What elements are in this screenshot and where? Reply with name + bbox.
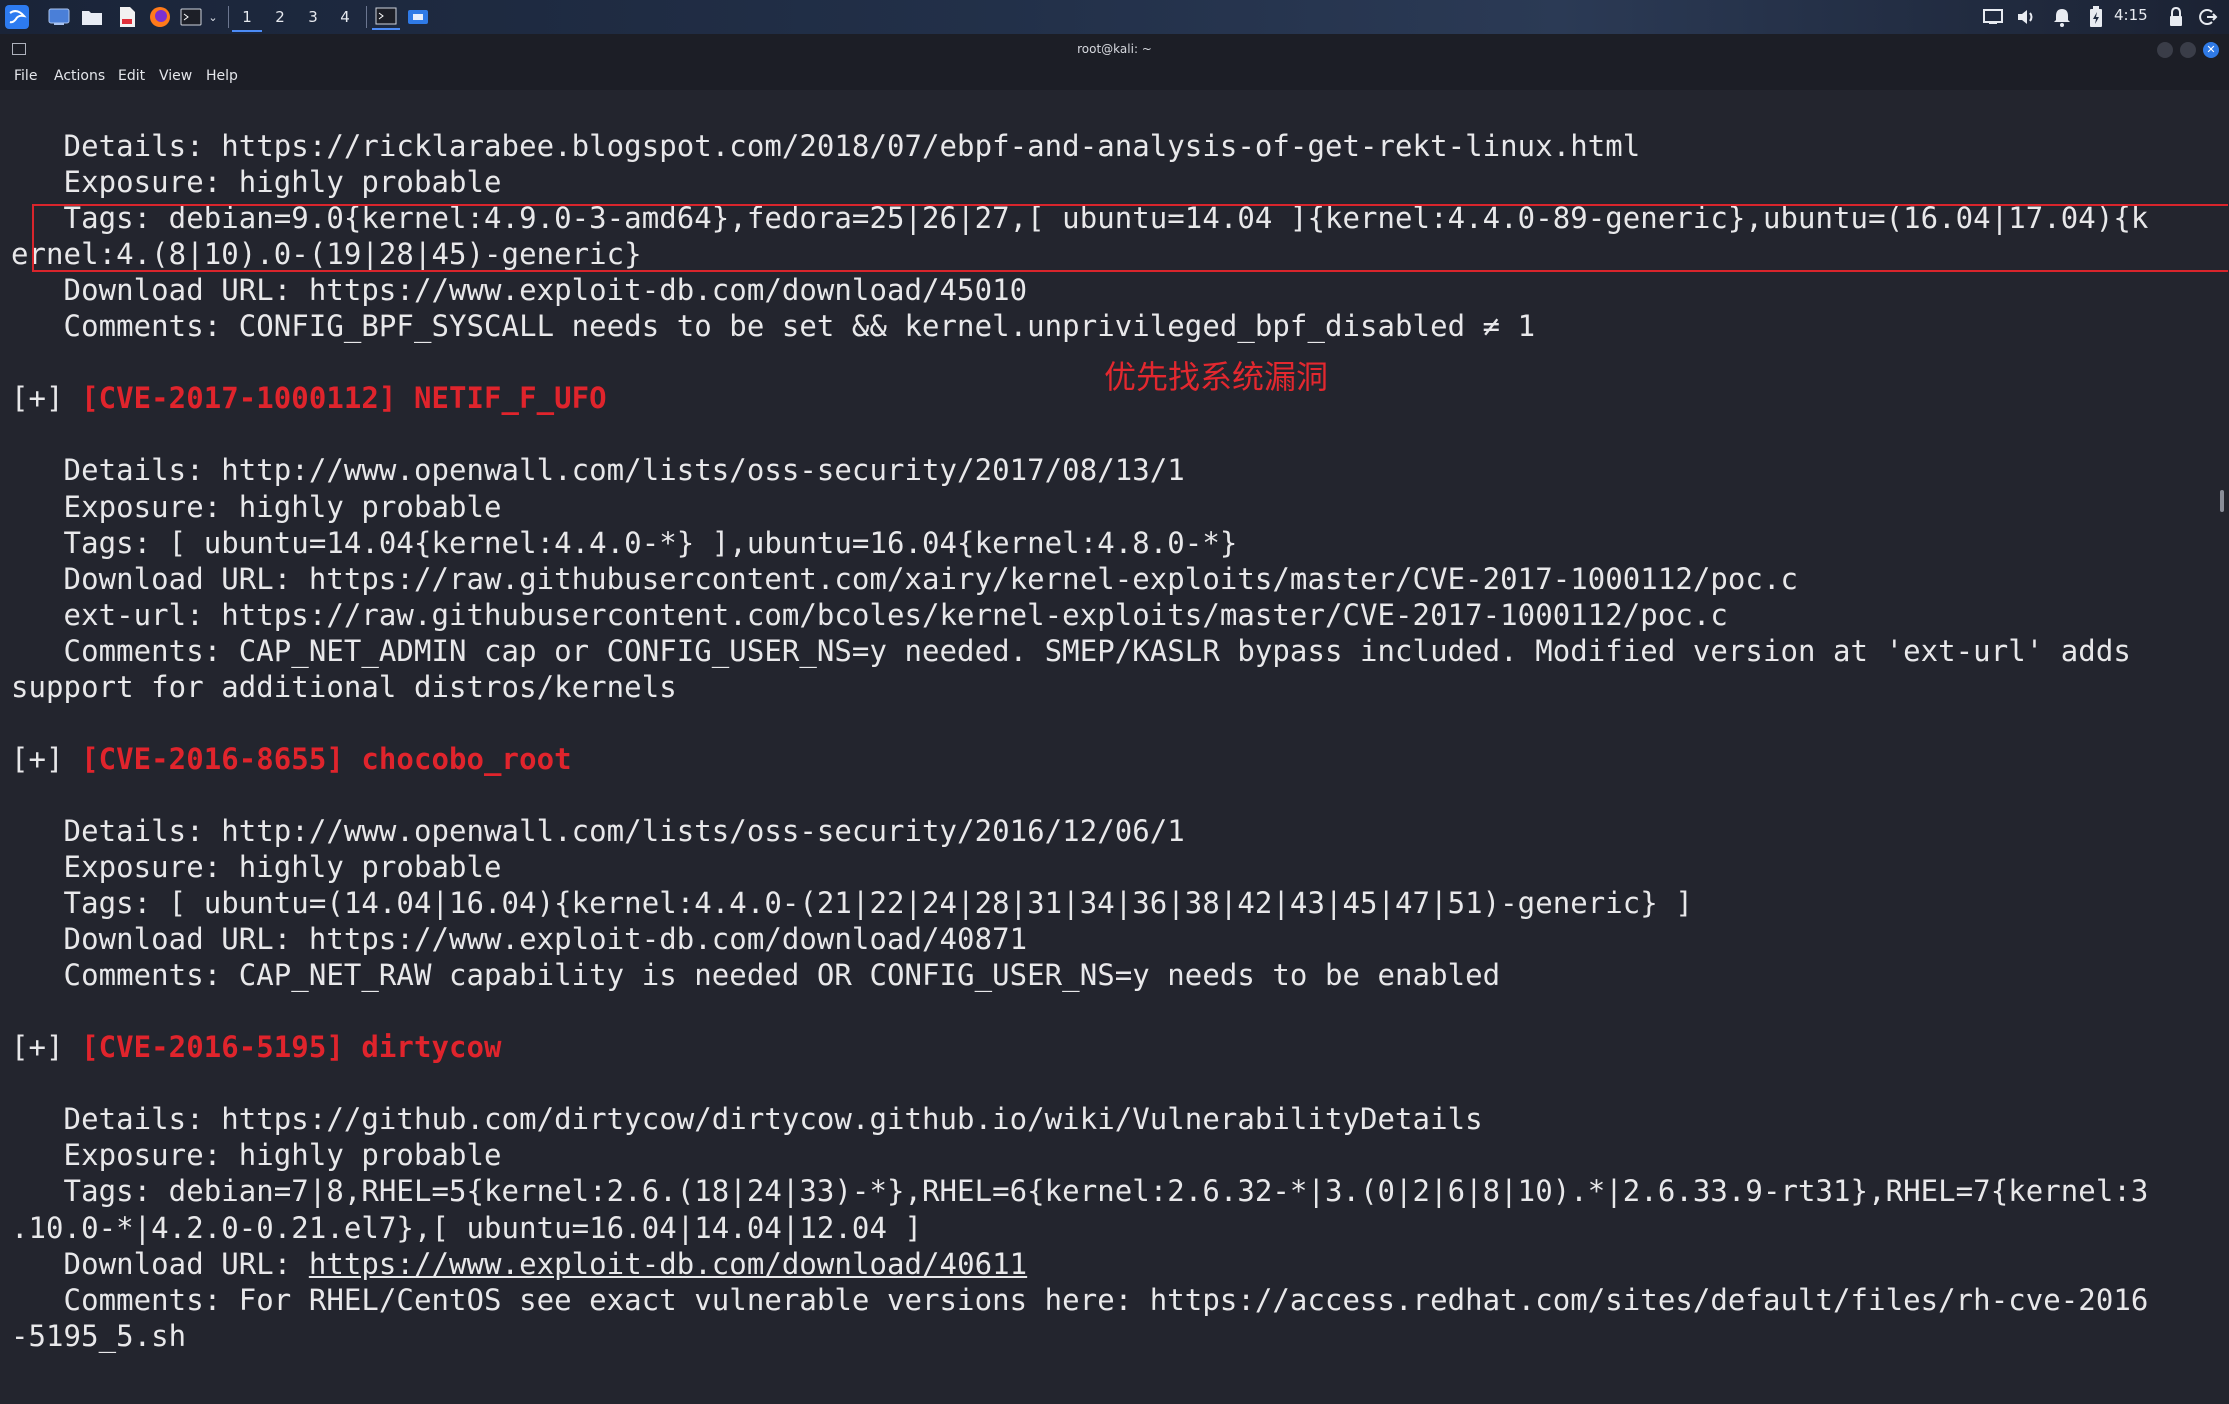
terminal-line: Download URL: https://www.exploit-db.com… bbox=[11, 1246, 1028, 1282]
terminal-line: Comments: CAP_NET_RAW capability is need… bbox=[11, 958, 1501, 993]
terminal-line: Details: http://www.openwall.com/lists/o… bbox=[11, 813, 1185, 848]
workspace-2[interactable]: 2 bbox=[265, 4, 295, 30]
top-panel: ⌄ 1 2 3 4 4:15 bbox=[0, 0, 2229, 35]
kali-menu-icon[interactable] bbox=[3, 4, 31, 30]
cve-header-line: [+] [CVE-2017-1000112] NETIF_F_UFO bbox=[11, 380, 607, 416]
terminal-line: Exposure: highly probable bbox=[11, 850, 502, 884]
terminal-line: Exposure: highly probable bbox=[11, 1138, 502, 1173]
volume-icon[interactable] bbox=[2013, 5, 2039, 29]
terminal-line: Comments: For RHEL/CentOS see exact vuln… bbox=[11, 1282, 2149, 1317]
menu-file[interactable]: File bbox=[14, 68, 37, 84]
menu-view[interactable]: View bbox=[159, 68, 192, 84]
terminal-output[interactable]: Details: https://ricklarabee.blogspot.co… bbox=[0, 90, 2216, 1404]
terminal-line: Download URL: https://www.exploit-db.com… bbox=[11, 273, 1028, 308]
menu-bar: File Actions Edit View Help bbox=[0, 66, 2229, 90]
terminal-line: support for additional distros/kernels bbox=[11, 669, 677, 704]
panel-separator bbox=[228, 6, 229, 28]
minimize-button[interactable] bbox=[2157, 42, 2173, 58]
cve-header-line: [+] [CVE-2016-5195] dirtycow bbox=[11, 1029, 502, 1065]
menu-help[interactable]: Help bbox=[206, 68, 238, 84]
line-prefix: [+] bbox=[11, 1030, 82, 1065]
terminal-line: ext-url: https://raw.githubusercontent.c… bbox=[11, 597, 1728, 632]
annotation-label: 优先找系统漏洞 bbox=[1104, 358, 1329, 396]
show-desktop-icon[interactable] bbox=[45, 4, 73, 30]
lock-icon[interactable] bbox=[2163, 5, 2189, 29]
terminal-line: Details: https://ricklarabee.blogspot.co… bbox=[11, 129, 1641, 163]
dropdown-icon[interactable]: ⌄ bbox=[205, 4, 221, 30]
cve-title: [CVE-2016-5195] dirtycow bbox=[81, 1030, 502, 1065]
window-title: root@kali: ~ bbox=[1077, 42, 1152, 56]
terminal-line: Tags: [ ubuntu=14.04{kernel:4.4.0-*} ],u… bbox=[11, 525, 1238, 560]
workspace-1[interactable]: 1 bbox=[232, 4, 262, 32]
cve-title: [CVE-2016-8655] chocobo_root bbox=[81, 741, 572, 776]
battery-icon bbox=[2083, 5, 2109, 29]
line-prefix: [+] bbox=[11, 741, 82, 776]
terminal-line: Exposure: highly probable bbox=[11, 489, 502, 524]
workspace-4[interactable]: 4 bbox=[330, 4, 360, 30]
terminal-line: Comments: CONFIG_BPF_SYSCALL needs to be… bbox=[11, 309, 1536, 344]
app-window-icon[interactable] bbox=[404, 4, 432, 30]
terminal-line: Tags: [ ubuntu=(14.04|16.04){kernel:4.4.… bbox=[11, 886, 1693, 921]
cve-title: [CVE-2017-1000112] NETIF_F_UFO bbox=[81, 381, 607, 416]
line-prefix: Download URL: bbox=[11, 1246, 309, 1281]
terminal-icon[interactable] bbox=[178, 4, 204, 30]
menu-edit[interactable]: Edit bbox=[118, 68, 145, 84]
notification-bell-icon[interactable] bbox=[2049, 5, 2075, 29]
terminal-window-icon[interactable] bbox=[372, 4, 400, 30]
file-manager-icon[interactable] bbox=[78, 4, 106, 30]
terminal-line: -5195_5.sh bbox=[11, 1318, 187, 1353]
annotation-highlight-box bbox=[32, 204, 2228, 272]
panel-clock[interactable]: 4:15 bbox=[2114, 6, 2148, 24]
line-prefix: [+] bbox=[11, 381, 82, 416]
cve-header-line: [+] [CVE-2016-8655] chocobo_root bbox=[11, 741, 572, 777]
terminal-line: Download URL: https://raw.githubusercont… bbox=[11, 561, 1798, 596]
scrollbar-track[interactable] bbox=[2216, 90, 2229, 1404]
window-titlebar[interactable]: root@kali: ~ ✕ bbox=[0, 34, 2229, 66]
terminal-line: Tags: debian=7|8,RHEL=5{kernel:2.6.(18|2… bbox=[11, 1174, 2149, 1209]
menu-actions[interactable]: Actions bbox=[54, 68, 105, 84]
scrollbar-thumb[interactable] bbox=[2220, 490, 2224, 512]
download-link[interactable]: https://www.exploit-db.com/download/4061… bbox=[309, 1247, 1027, 1281]
terminal-line: .10.0-*|4.2.0-0.21.el7},[ ubuntu=16.04|1… bbox=[11, 1210, 923, 1245]
terminal-line: Details: http://www.openwall.com/lists/o… bbox=[11, 453, 1185, 488]
close-icon[interactable]: ✕ bbox=[2203, 42, 2219, 58]
terminal-line: Download URL: https://www.exploit-db.com… bbox=[11, 922, 1028, 957]
terminal-line: Exposure: highly probable bbox=[11, 165, 502, 200]
firefox-icon[interactable] bbox=[146, 4, 174, 30]
display-icon[interactable] bbox=[1980, 5, 2006, 29]
terminal-line: Comments: CAP_NET_ADMIN cap or CONFIG_US… bbox=[11, 633, 2131, 668]
logout-icon[interactable] bbox=[2195, 5, 2221, 29]
terminal-line: Details: https://github.com/dirtycow/dir… bbox=[11, 1102, 1483, 1137]
workspace-3[interactable]: 3 bbox=[298, 4, 328, 30]
panel-separator bbox=[366, 6, 367, 28]
maximize-button[interactable] bbox=[2180, 42, 2196, 58]
text-editor-icon[interactable] bbox=[113, 4, 141, 30]
